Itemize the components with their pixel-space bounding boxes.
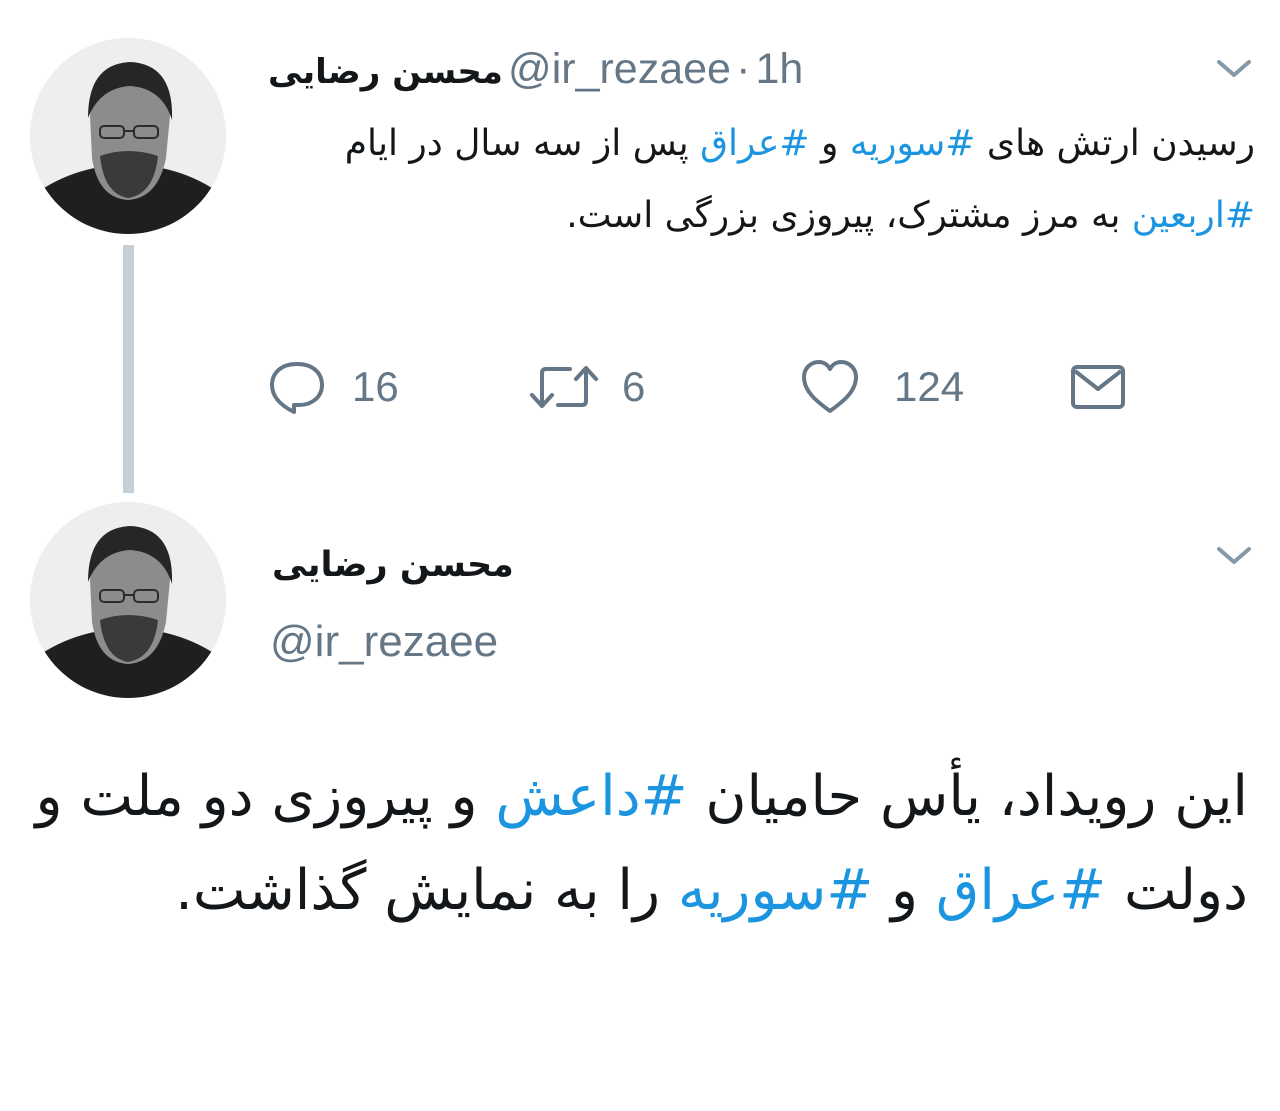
author-handle[interactable]: @ir_rezaee — [270, 612, 498, 672]
tweet-text-part: و — [809, 123, 850, 164]
tweet-options-button[interactable] — [1214, 53, 1254, 83]
chevron-down-icon — [1217, 547, 1251, 564]
author-avatar[interactable] — [30, 502, 226, 698]
reply-icon — [270, 362, 324, 414]
heart-icon — [802, 360, 858, 413]
envelope-icon — [1071, 365, 1125, 409]
like-button[interactable]: 124 — [800, 352, 964, 422]
author-handle[interactable]: @ir_rezaee — [508, 45, 731, 93]
author-name[interactable]: محسن رضایی — [268, 52, 503, 92]
hashtag-link[interactable]: #داعش — [495, 764, 687, 829]
retweet-count: 6 — [622, 363, 646, 410]
tweet-text: این رویداد، یأس حامیان #داعش و پیروزی دو… — [20, 750, 1248, 938]
tweet-text-part: پس از سه سال در ایام — [344, 123, 701, 164]
hashtag-link[interactable]: #عراق — [700, 123, 809, 164]
tweet-header: محسن رضایی @ir_rezaee · 1h — [268, 34, 948, 104]
hashtag-link[interactable]: #عراق — [936, 858, 1106, 923]
tweet-timestamp[interactable]: 1h — [755, 45, 803, 93]
hashtag-link[interactable]: #سوریه — [850, 123, 976, 164]
tweet-text-part: رسیدن ارتش های — [975, 123, 1255, 164]
tweet-actions: 16 6 124 — [260, 352, 1140, 422]
retweet-icon — [530, 366, 598, 408]
author-avatar[interactable] — [30, 38, 226, 234]
hashtag-link[interactable]: #اربعین — [1132, 195, 1255, 236]
reply-button[interactable]: 16 — [268, 352, 399, 422]
tweet-text-part: به مرز مشترک، پیروزی بزرگی است. — [566, 195, 1132, 236]
tweet-text: رسیدن ارتش های #سوریه و #عراق پس از سه س… — [270, 108, 1255, 252]
like-count: 124 — [894, 363, 965, 410]
retweet-button[interactable]: 6 — [528, 352, 645, 422]
hashtag-link[interactable]: #سوریه — [678, 858, 873, 923]
reply-count: 16 — [352, 363, 399, 410]
meta-separator: · — [736, 45, 751, 93]
direct-message-button[interactable] — [1070, 352, 1126, 422]
thread-connector-line — [123, 245, 134, 493]
tweet-options-button[interactable] — [1214, 540, 1254, 570]
tweet-text-part: را به نمایش گذاشت. — [175, 858, 678, 923]
author-name[interactable]: محسن رضایی — [272, 545, 514, 585]
chevron-down-icon — [1217, 60, 1251, 77]
tweet-text-part: و — [873, 858, 936, 923]
tweet-text-part: این رویداد، یأس حامیان — [687, 764, 1248, 829]
author-name-block: محسن رضایی — [272, 535, 672, 595]
